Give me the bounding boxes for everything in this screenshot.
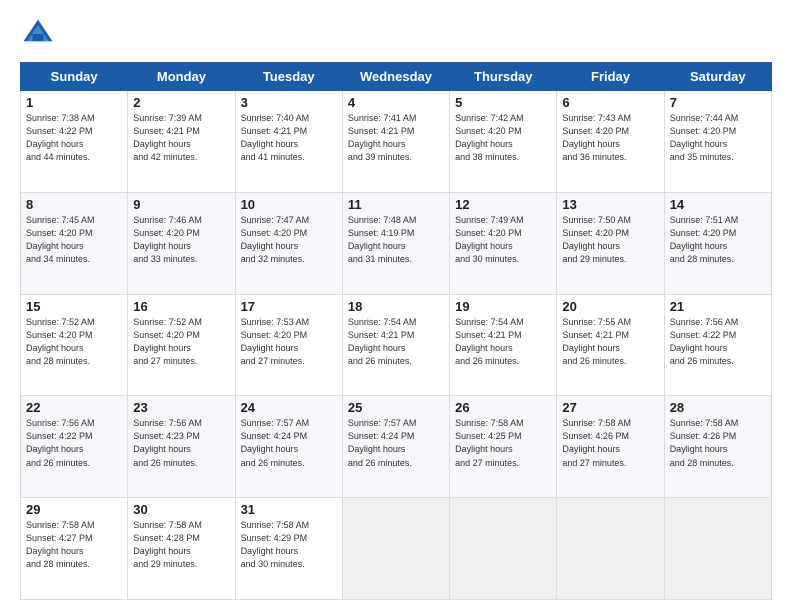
day-header-wednesday: Wednesday	[342, 63, 449, 91]
table-row	[664, 498, 771, 600]
table-row: 15Sunrise: 7:52 AMSunset: 4:20 PMDayligh…	[21, 294, 128, 396]
table-row: 3Sunrise: 7:40 AMSunset: 4:21 PMDaylight…	[235, 91, 342, 193]
table-row: 7Sunrise: 7:44 AMSunset: 4:20 PMDaylight…	[664, 91, 771, 193]
table-row: 31Sunrise: 7:58 AMSunset: 4:29 PMDayligh…	[235, 498, 342, 600]
table-row: 24Sunrise: 7:57 AMSunset: 4:24 PMDayligh…	[235, 396, 342, 498]
table-row: 8Sunrise: 7:45 AMSunset: 4:20 PMDaylight…	[21, 192, 128, 294]
table-row: 19Sunrise: 7:54 AMSunset: 4:21 PMDayligh…	[450, 294, 557, 396]
table-row: 16Sunrise: 7:52 AMSunset: 4:20 PMDayligh…	[128, 294, 235, 396]
table-row: 6Sunrise: 7:43 AMSunset: 4:20 PMDaylight…	[557, 91, 664, 193]
table-row: 30Sunrise: 7:58 AMSunset: 4:28 PMDayligh…	[128, 498, 235, 600]
table-row: 13Sunrise: 7:50 AMSunset: 4:20 PMDayligh…	[557, 192, 664, 294]
table-row: 18Sunrise: 7:54 AMSunset: 4:21 PMDayligh…	[342, 294, 449, 396]
table-row: 20Sunrise: 7:55 AMSunset: 4:21 PMDayligh…	[557, 294, 664, 396]
table-row: 14Sunrise: 7:51 AMSunset: 4:20 PMDayligh…	[664, 192, 771, 294]
table-row: 17Sunrise: 7:53 AMSunset: 4:20 PMDayligh…	[235, 294, 342, 396]
calendar-week-2: 8Sunrise: 7:45 AMSunset: 4:20 PMDaylight…	[21, 192, 772, 294]
table-row: 12Sunrise: 7:49 AMSunset: 4:20 PMDayligh…	[450, 192, 557, 294]
table-row: 5Sunrise: 7:42 AMSunset: 4:20 PMDaylight…	[450, 91, 557, 193]
table-row: 26Sunrise: 7:58 AMSunset: 4:25 PMDayligh…	[450, 396, 557, 498]
table-row: 23Sunrise: 7:56 AMSunset: 4:23 PMDayligh…	[128, 396, 235, 498]
table-row: 10Sunrise: 7:47 AMSunset: 4:20 PMDayligh…	[235, 192, 342, 294]
table-row: 22Sunrise: 7:56 AMSunset: 4:22 PMDayligh…	[21, 396, 128, 498]
day-header-friday: Friday	[557, 63, 664, 91]
calendar-week-5: 29Sunrise: 7:58 AMSunset: 4:27 PMDayligh…	[21, 498, 772, 600]
calendar-table: SundayMondayTuesdayWednesdayThursdayFrid…	[20, 62, 772, 600]
table-row: 28Sunrise: 7:58 AMSunset: 4:26 PMDayligh…	[664, 396, 771, 498]
table-row: 11Sunrise: 7:48 AMSunset: 4:19 PMDayligh…	[342, 192, 449, 294]
day-header-monday: Monday	[128, 63, 235, 91]
logo-icon	[20, 16, 56, 52]
table-row: 2Sunrise: 7:39 AMSunset: 4:21 PMDaylight…	[128, 91, 235, 193]
day-header-sunday: Sunday	[21, 63, 128, 91]
page: SundayMondayTuesdayWednesdayThursdayFrid…	[0, 0, 792, 612]
day-header-thursday: Thursday	[450, 63, 557, 91]
table-row	[557, 498, 664, 600]
day-header-tuesday: Tuesday	[235, 63, 342, 91]
table-row: 9Sunrise: 7:46 AMSunset: 4:20 PMDaylight…	[128, 192, 235, 294]
calendar-week-3: 15Sunrise: 7:52 AMSunset: 4:20 PMDayligh…	[21, 294, 772, 396]
header	[20, 16, 772, 52]
table-row: 25Sunrise: 7:57 AMSunset: 4:24 PMDayligh…	[342, 396, 449, 498]
table-row: 1Sunrise: 7:38 AMSunset: 4:22 PMDaylight…	[21, 91, 128, 193]
calendar-week-4: 22Sunrise: 7:56 AMSunset: 4:22 PMDayligh…	[21, 396, 772, 498]
calendar-week-1: 1Sunrise: 7:38 AMSunset: 4:22 PMDaylight…	[21, 91, 772, 193]
table-row	[450, 498, 557, 600]
table-row: 21Sunrise: 7:56 AMSunset: 4:22 PMDayligh…	[664, 294, 771, 396]
table-row: 29Sunrise: 7:58 AMSunset: 4:27 PMDayligh…	[21, 498, 128, 600]
calendar-header-row: SundayMondayTuesdayWednesdayThursdayFrid…	[21, 63, 772, 91]
table-row: 27Sunrise: 7:58 AMSunset: 4:26 PMDayligh…	[557, 396, 664, 498]
logo	[20, 16, 60, 52]
day-header-saturday: Saturday	[664, 63, 771, 91]
table-row: 4Sunrise: 7:41 AMSunset: 4:21 PMDaylight…	[342, 91, 449, 193]
table-row	[342, 498, 449, 600]
